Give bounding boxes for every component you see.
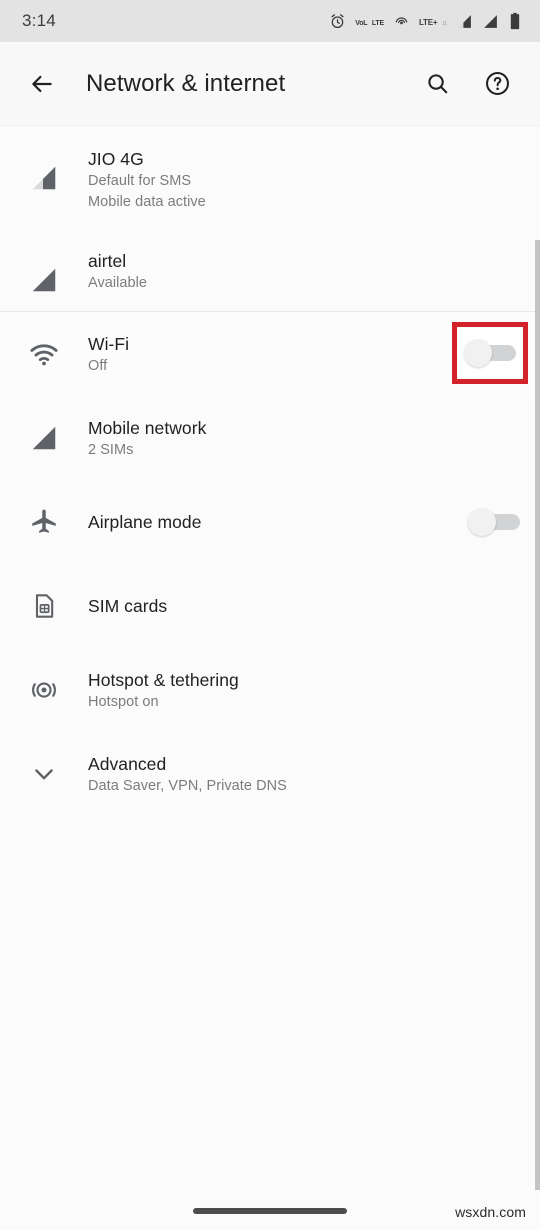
sim-row-airtel-sub1: Available <box>88 275 148 291</box>
sim-row-airtel-title: airtel <box>88 251 127 271</box>
wifi-toggle[interactable] <box>464 338 516 368</box>
sim-row-jio[interactable]: JIO 4G Default for SMS Mobile data activ… <box>0 127 540 229</box>
home-indicator[interactable] <box>193 1208 347 1214</box>
settings-row-wifi-title: Wi-Fi <box>88 333 130 354</box>
sim-row-airtel-text: airtel Available <box>88 249 520 294</box>
settings-row-mobile-network-title: Mobile network <box>88 417 207 438</box>
hotspot-icon <box>393 13 410 30</box>
settings-row-advanced[interactable]: Advanced Data Saver, VPN, Private DNS <box>0 732 540 816</box>
app-bar-actions <box>416 63 518 105</box>
help-button[interactable] <box>476 63 518 105</box>
sim-card-icon <box>0 592 88 620</box>
chevron-down-icon <box>0 760 88 788</box>
volte-icon-line1: VoL <box>355 20 368 27</box>
signal-bars-partial-icon <box>0 147 88 193</box>
airplane-mode-toggle[interactable] <box>468 507 520 537</box>
sim-row-jio-title: JIO 4G <box>88 149 144 169</box>
settings-row-mobile-network-text: Mobile network 2 SIMs <box>88 416 520 461</box>
alarm-icon <box>329 13 346 30</box>
settings-row-mobile-network[interactable]: Mobile network 2 SIMs <box>0 396 540 480</box>
hotspot-icon <box>0 675 88 705</box>
settings-row-airplane-mode-title: Airplane mode <box>88 512 202 532</box>
arrow-back-icon <box>32 75 52 92</box>
signal-bars-sim1-icon <box>456 13 473 30</box>
lte-plus-icon-line1: LTE+ <box>418 18 438 27</box>
settings-row-advanced-text: Advanced Data Saver, VPN, Private DNS <box>88 752 520 797</box>
settings-row-hotspot-tethering-sub: Hotspot on <box>88 693 159 710</box>
airplane-mode-toggle-knob <box>468 508 496 536</box>
settings-row-advanced-title: Advanced <box>88 753 167 774</box>
phone-screen: 3:14 VoL LTE LTE+ 11 Network & internet … <box>0 0 540 1230</box>
page-title: Network & internet <box>86 69 286 97</box>
lte-plus-icon-line2: 11 <box>441 21 447 27</box>
settings-row-hotspot-tethering-text: Hotspot & tethering Hotspot on <box>88 668 520 713</box>
settings-row-mobile-network-sub: 2 SIMs <box>88 441 134 458</box>
settings-row-sim-cards[interactable]: SIM cards <box>0 564 540 648</box>
volte-icon: VoL LTE <box>355 12 384 30</box>
signal-bars-full-icon <box>0 249 88 295</box>
settings-row-sim-cards-text: SIM cards <box>88 594 520 618</box>
wifi-toggle-highlight-box <box>452 322 528 384</box>
sim-row-jio-sub2: Mobile data active <box>88 194 206 210</box>
status-bar: 3:14 VoL LTE LTE+ 11 <box>0 0 540 42</box>
wifi-toggle-knob <box>464 339 492 367</box>
settings-row-hotspot-tethering[interactable]: Hotspot & tethering Hotspot on <box>0 648 540 732</box>
settings-row-wifi-sub: Off <box>88 357 108 374</box>
watermark: wsxdn.com <box>455 1204 526 1220</box>
signal-bars-full-icon <box>0 423 88 453</box>
search-button[interactable] <box>416 63 458 105</box>
lte-plus-icon: LTE+ 11 <box>419 12 447 30</box>
sim-row-jio-sub1: Default for SMS <box>88 173 192 189</box>
settings-row-wifi-text: Wi-Fi Off <box>88 332 455 377</box>
battery-icon <box>508 12 522 30</box>
settings-row-hotspot-tethering-title: Hotspot & tethering <box>88 669 239 690</box>
sim-row-airtel[interactable]: airtel Available <box>0 229 540 311</box>
wifi-icon <box>0 339 88 369</box>
settings-row-airplane-mode-text: Airplane mode <box>88 510 468 534</box>
app-bar: Network & internet <box>0 42 540 126</box>
help-circle-icon <box>485 72 509 95</box>
settings-row-sim-cards-title: SIM cards <box>88 596 168 616</box>
settings-row-airplane-mode[interactable]: Airplane mode <box>0 480 540 564</box>
back-button[interactable] <box>20 62 64 106</box>
status-bar-clock: 3:14 <box>22 11 56 30</box>
status-bar-icons: VoL LTE LTE+ 11 <box>329 9 522 33</box>
volte-icon-line2: LTE <box>371 20 384 27</box>
search-icon <box>427 74 447 94</box>
airplane-icon <box>0 507 88 537</box>
signal-bars-sim2-icon <box>482 13 499 30</box>
sim-row-jio-text: JIO 4G Default for SMS Mobile data activ… <box>88 147 520 213</box>
settings-list: JIO 4G Default for SMS Mobile data activ… <box>0 127 540 1190</box>
settings-row-advanced-sub: Data Saver, VPN, Private DNS <box>88 777 287 794</box>
scrollbar[interactable] <box>535 240 540 1190</box>
